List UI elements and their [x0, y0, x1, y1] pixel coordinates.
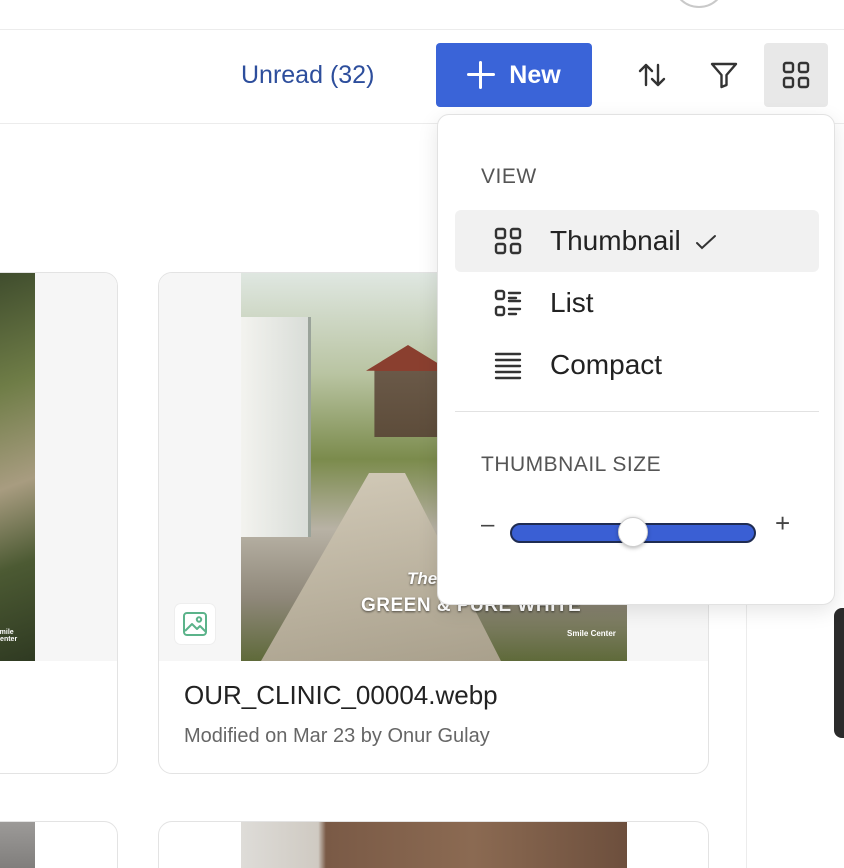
view-toggle-button[interactable] [764, 43, 828, 107]
file-card[interactable]: Smile Center [0, 272, 118, 774]
grid-view-icon [782, 61, 810, 89]
thumbnail-house [241, 317, 311, 537]
thumbnail-brand: Smile Center [567, 629, 616, 638]
file-meta: Modified on Mar 23 by Onur Gulay [184, 725, 490, 747]
menu-item-list[interactable]: List [455, 272, 819, 334]
thumbnail-view-icon [492, 225, 524, 257]
file-card[interactable] [0, 821, 118, 868]
file-card[interactable] [158, 821, 709, 868]
file-thumbnail: Smile Center [0, 273, 35, 661]
slider-handle[interactable] [618, 517, 648, 547]
file-thumbnail [241, 822, 627, 868]
compact-view-icon [492, 349, 524, 381]
checkmark-icon [695, 233, 717, 256]
menu-item-label: List [550, 287, 594, 318]
thumbnail-size-heading: THUMBNAIL SIZE [481, 453, 662, 476]
menu-divider [455, 411, 819, 412]
plus-icon [467, 61, 496, 89]
list-view-icon [492, 287, 524, 319]
new-button[interactable]: New [436, 43, 592, 107]
size-increase-label[interactable]: + [775, 508, 790, 539]
menu-item-label: Compact [550, 349, 663, 380]
user-avatar[interactable] [672, 0, 726, 8]
sort-icon [638, 63, 666, 87]
view-options-menu: VIEW Thumbnail List Compact THUMBNAIL SI… [437, 114, 835, 605]
image-type-badge [175, 604, 215, 644]
top-strip [0, 0, 844, 30]
menu-item-compact[interactable]: Compact [455, 334, 819, 396]
filter-icon [710, 62, 738, 89]
toolbar: Unread (32) New [0, 30, 844, 124]
sort-button[interactable] [620, 43, 684, 107]
new-button-label: New [509, 60, 561, 89]
filter-button[interactable] [692, 43, 756, 107]
side-panel-handle[interactable] [834, 608, 844, 738]
file-thumbnail [0, 822, 35, 868]
unread-filter-link[interactable]: Unread (32) [241, 61, 374, 90]
menu-item-thumbnail[interactable]: Thumbnail [455, 210, 819, 272]
thumbnail-brand: Smile Center [0, 629, 18, 643]
image-file-icon [183, 612, 207, 636]
size-decrease-label[interactable]: – [481, 511, 494, 539]
file-name[interactable]: OUR_CLINIC_00004.webp [184, 680, 498, 711]
view-heading: VIEW [481, 165, 537, 188]
thumbnail-caption-top: The [407, 569, 438, 588]
menu-item-label: Thumbnail [550, 225, 681, 256]
